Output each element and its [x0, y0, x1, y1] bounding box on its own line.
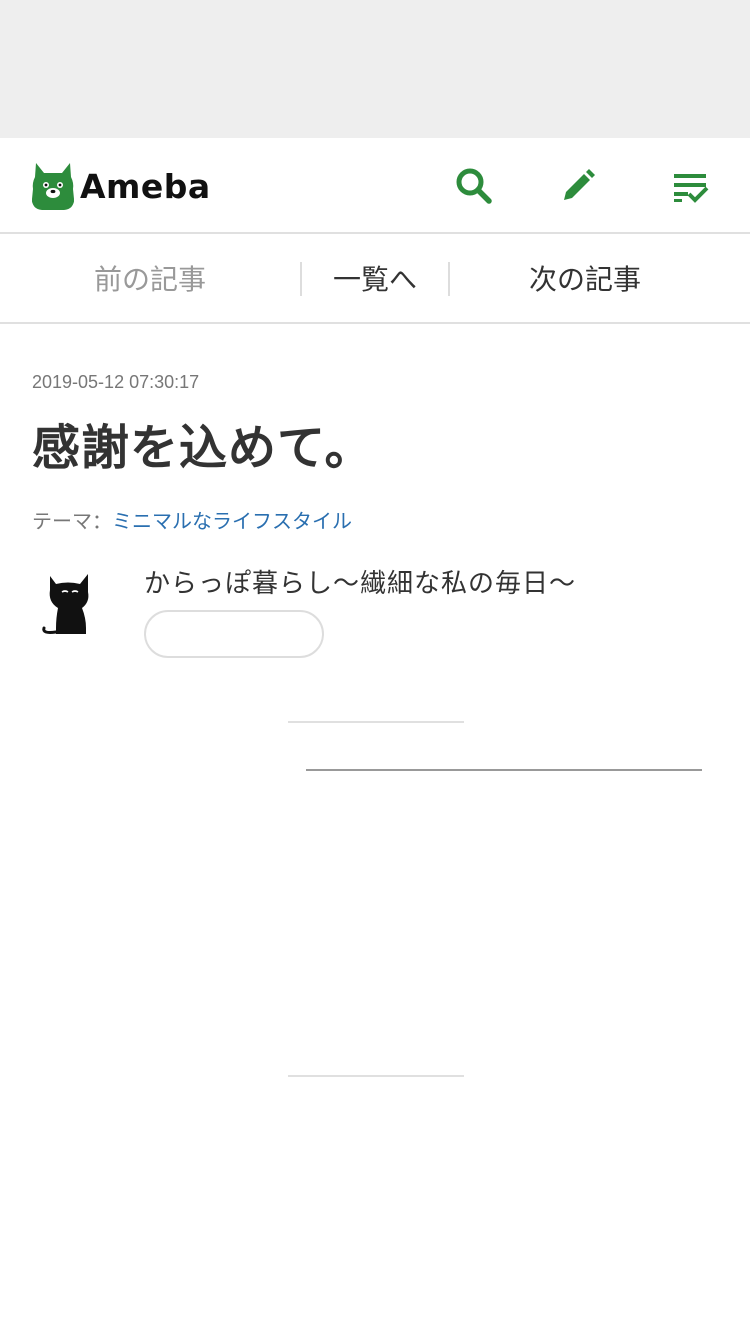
black-cat-icon — [42, 574, 89, 634]
pencil-icon — [564, 169, 595, 200]
app-header: Ameba — [0, 138, 750, 234]
write-post-button[interactable] — [556, 164, 600, 208]
logo-text: Ameba — [80, 166, 211, 206]
reader-list-button[interactable] — [668, 164, 712, 208]
ameba-logo[interactable]: Ameba — [30, 158, 211, 214]
next-article-link[interactable]: 次の記事 — [450, 234, 720, 322]
author-avatar[interactable] — [36, 568, 100, 640]
post-date: 2019-05-12 07:30:17 — [32, 372, 200, 392]
theme-row: テーマ：ミニマルなライフスタイル — [32, 505, 352, 534]
article-title: 感謝を込めて。 — [32, 420, 374, 476]
article-navigation: 前の記事 一覧へ 次の記事 — [0, 234, 750, 324]
theme-label: テーマ： — [32, 509, 112, 533]
blog-name-link[interactable]: からっぽ暮らし〜繊細な私の毎日〜 — [144, 563, 576, 600]
follow-button[interactable] — [144, 610, 324, 658]
divider — [306, 769, 702, 771]
top-blank-area — [0, 0, 750, 138]
article-list-link[interactable]: 一覧へ — [302, 234, 448, 322]
search-button[interactable] — [452, 164, 496, 208]
theme-link[interactable]: ミニマルなライフスタイル — [112, 509, 352, 533]
divider — [288, 721, 464, 723]
search-icon — [456, 168, 492, 204]
prev-article-link[interactable]: 前の記事 — [0, 234, 300, 322]
checklist-icon — [674, 174, 709, 203]
ameba-mascot-icon — [32, 163, 74, 210]
divider — [288, 1075, 464, 1077]
